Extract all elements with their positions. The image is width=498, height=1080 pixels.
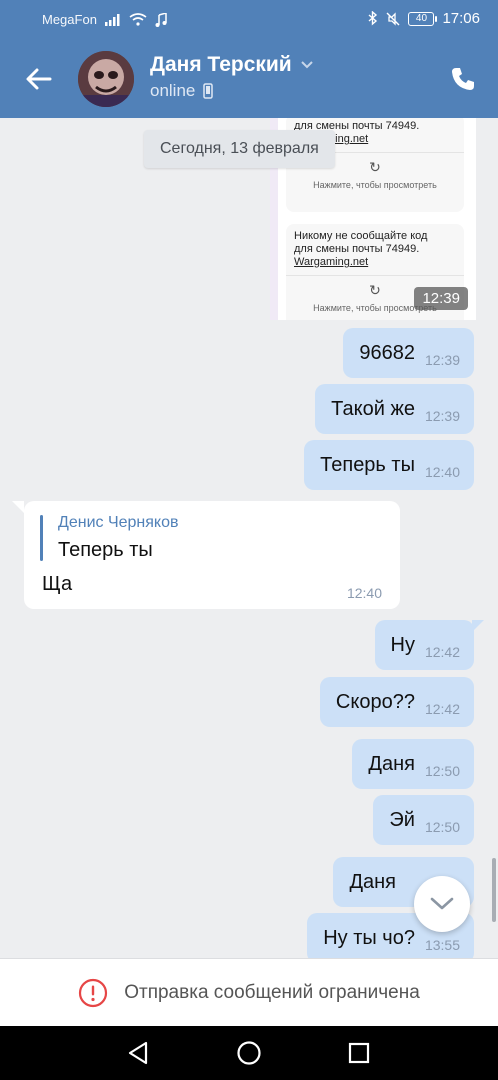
music-icon [155, 12, 167, 27]
triangle-back-icon [128, 1041, 148, 1065]
scroll-down-button[interactable] [414, 876, 470, 932]
contact-name-row[interactable]: Даня Терский [150, 53, 314, 77]
arrow-left-icon [26, 68, 52, 90]
sms-card-action: Нажмите, чтобы просмотреть [313, 180, 437, 190]
message-text: Даня [368, 752, 415, 775]
nav-home-button[interactable] [236, 1040, 262, 1066]
circle-home-icon [237, 1041, 261, 1065]
carrier-label: MegaFon [42, 12, 97, 27]
message-text: Такой же [331, 397, 415, 420]
battery-icon: 40 [408, 11, 438, 26]
square-recents-icon [348, 1042, 370, 1064]
mute-icon [386, 11, 400, 26]
system-navigation-bar [0, 1026, 498, 1080]
outgoing-message[interactable]: Скоро?? 12:42 [319, 677, 474, 727]
date-separator: Сегодня, 13 февраля [144, 130, 335, 168]
messaging-restricted-banner: Отправка сообщений ограничена [0, 958, 498, 1026]
message-text: Теперь ты [320, 453, 415, 476]
incoming-message[interactable]: Денис Черняков Теперь ты Ща 12:40 [12, 501, 400, 609]
status-bar: MegaFon 40 17:06 [0, 0, 498, 40]
message-time: 12:42 [424, 644, 460, 660]
bluetooth-icon [368, 11, 378, 26]
outgoing-message[interactable]: Ну 12:42 [374, 620, 484, 670]
chevron-down-icon[interactable] [300, 60, 314, 70]
signal-icon [104, 13, 120, 26]
outgoing-message[interactable]: 96682 12:39 [343, 328, 474, 378]
message-time: 12:40 [346, 585, 382, 601]
message-time: 13:55 [424, 937, 460, 953]
message-time: 12:39 [414, 287, 468, 310]
reply-author[interactable]: Денис Черняков [58, 514, 179, 532]
message-time: 12:39 [424, 408, 460, 424]
mobile-icon [203, 83, 214, 99]
nav-back-button[interactable] [126, 1040, 152, 1066]
message-time: 12:40 [424, 464, 460, 480]
message-text: 96682 [359, 341, 415, 364]
message-time: 12:50 [424, 819, 460, 835]
sms-card-link: Wargaming.net [294, 256, 369, 268]
outgoing-message[interactable]: Такой же 12:39 [315, 384, 474, 434]
online-status: online [150, 81, 196, 100]
message-text: Ну ты чо? [323, 926, 415, 949]
message-text: Скоро?? [335, 690, 415, 713]
exclamation-circle-icon [79, 978, 108, 1007]
message-time: 12:42 [424, 701, 460, 717]
message-time: 12:39 [424, 352, 460, 368]
reply-quote-bar [40, 515, 43, 561]
clock: 17:06 [442, 10, 480, 27]
contact-status: online [150, 81, 214, 101]
avatar[interactable] [78, 51, 134, 107]
sms-card-text: Никому не сообщайте код [294, 230, 428, 242]
phone-icon [452, 68, 474, 90]
message-text: Ща [42, 573, 73, 595]
chevron-down-icon [430, 897, 454, 910]
message-time: 12:50 [424, 763, 460, 779]
chat-header: Даня Терский online [0, 40, 498, 118]
wifi-icon [129, 13, 147, 26]
outgoing-message[interactable]: Теперь ты 12:40 [304, 440, 474, 490]
message-list[interactable]: для смены почты 74949. Wargaming.net ↻ Н… [0, 118, 498, 958]
message-text: Эй [389, 808, 415, 831]
message-text: Даня [349, 870, 396, 893]
back-button[interactable] [22, 62, 56, 96]
outgoing-message[interactable]: Даня 12:50 [352, 739, 474, 789]
nav-recents-button[interactable] [346, 1040, 372, 1066]
call-button[interactable] [448, 64, 478, 94]
outgoing-message[interactable]: Эй 12:50 [373, 795, 474, 845]
reply-quote-text: Теперь ты [58, 539, 153, 561]
message-text: Ну [390, 633, 415, 656]
sms-card-text: для смены почты 74949. [294, 243, 420, 255]
contact-name[interactable]: Даня Терский [150, 53, 292, 77]
restricted-message: Отправка сообщений ограничена [124, 981, 420, 1003]
scrollbar-thumb[interactable] [492, 858, 496, 922]
